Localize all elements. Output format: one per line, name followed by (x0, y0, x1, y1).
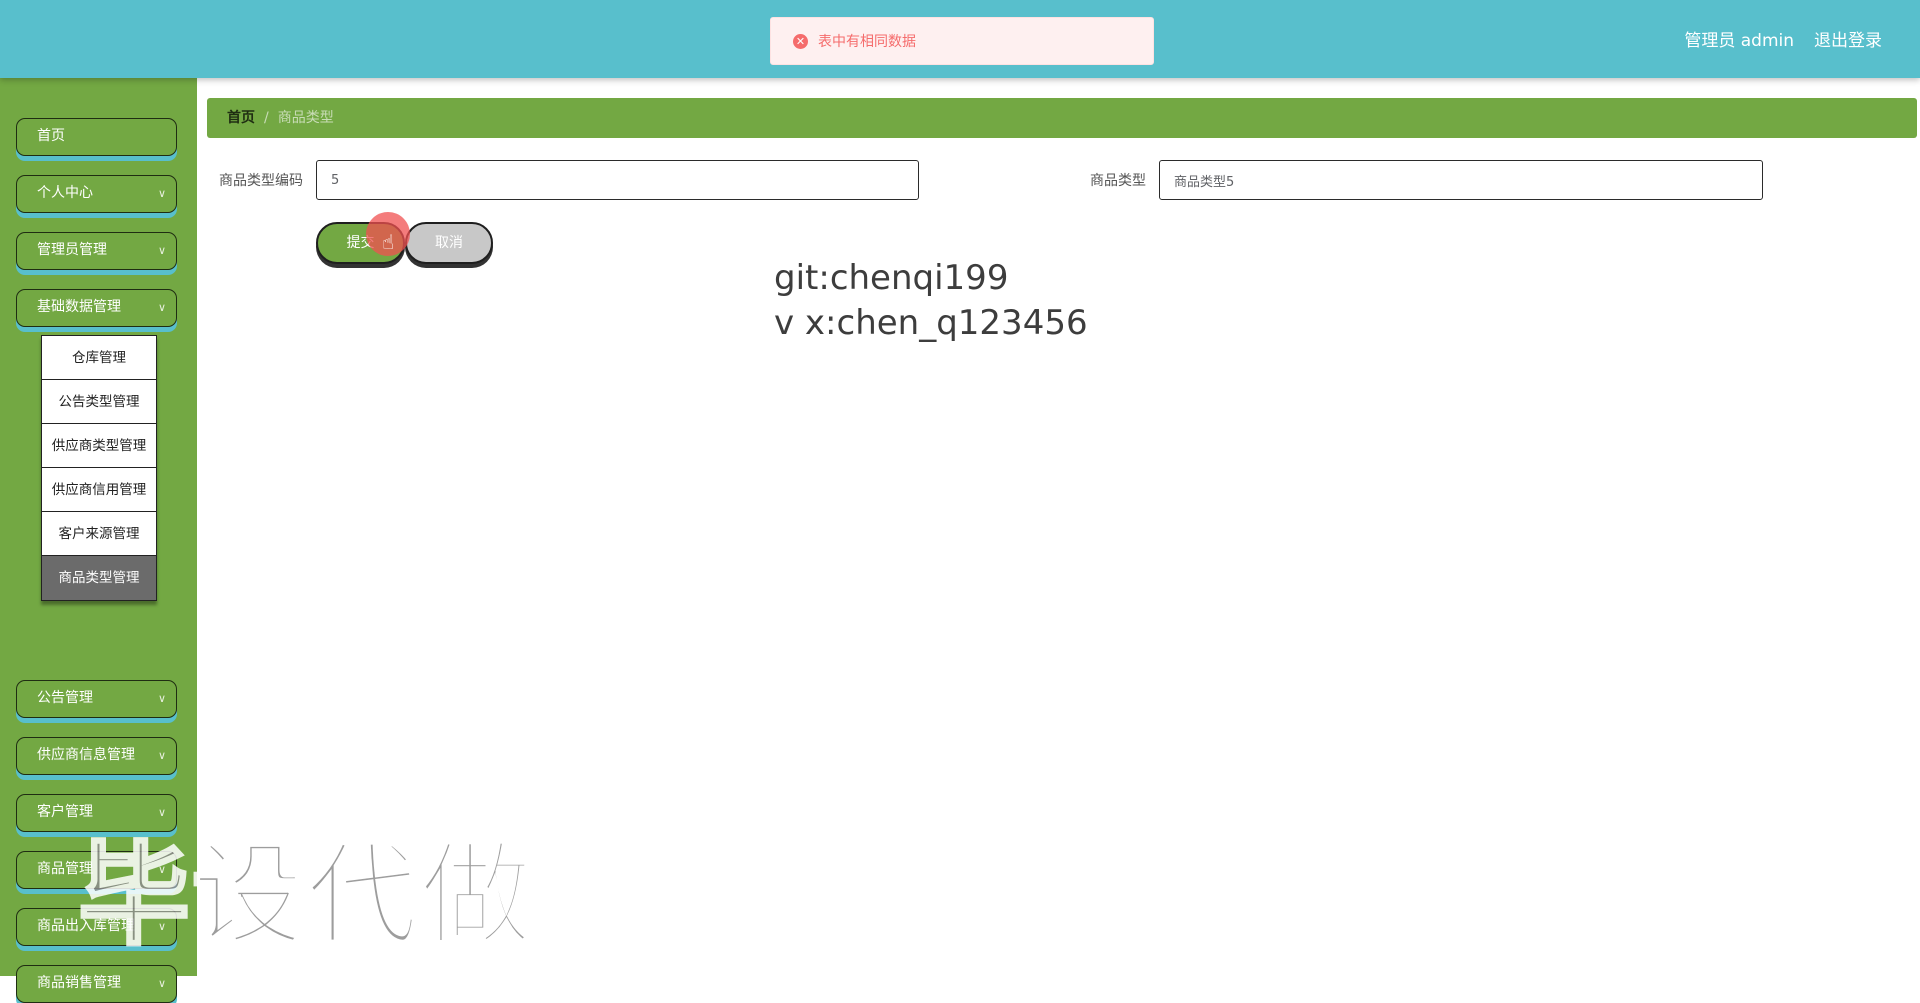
submenu-item-supplier-credit[interactable]: 供应商信用管理 (42, 468, 156, 512)
base-data-submenu: 仓库管理 公告类型管理 供应商类型管理 供应商信用管理 客户来源管理 商品类型管… (41, 335, 157, 601)
sidebar-item-personal-center[interactable]: 个人中心 ∨ (16, 175, 177, 213)
submenu-item-supplier-type[interactable]: 供应商类型管理 (42, 424, 156, 468)
sidebar-item-supplier-info[interactable]: 供应商信息管理 ∨ (16, 737, 177, 775)
sidebar-item-label: 公告管理 (37, 690, 93, 706)
sidebar-item-label: 个人中心 (37, 185, 93, 201)
product-type-code-input[interactable] (316, 160, 919, 200)
sidebar-item-label: 供应商信息管理 (37, 747, 135, 763)
logout-link[interactable]: 退出登录 (1814, 26, 1882, 51)
chevron-down-icon: ∨ (157, 977, 166, 990)
chevron-down-icon: ∨ (157, 749, 166, 762)
breadcrumb-home[interactable]: 首页 (227, 110, 255, 126)
breadcrumb: 首页 / 商品类型 (207, 98, 1917, 138)
breadcrumb-separator: / (264, 110, 269, 126)
product-type-input[interactable] (1159, 160, 1763, 200)
overlay-git-text: git:chenqi199 (774, 258, 1009, 298)
submenu-item-customer-source[interactable]: 客户来源管理 (42, 512, 156, 556)
submenu-item-warehouse[interactable]: 仓库管理 (42, 336, 156, 380)
sidebar-item-home[interactable]: 首页 (16, 118, 177, 156)
watermark-text: 毕设代做 (77, 830, 534, 963)
sidebar-item-label: 管理员管理 (37, 242, 107, 258)
error-circle-icon: ✕ (793, 33, 808, 49)
sidebar-item-admin-management[interactable]: 管理员管理 ∨ (16, 232, 177, 270)
current-user-label: 管理员 admin (1684, 31, 1794, 51)
error-toast: ✕ 表中有相同数据 (770, 17, 1154, 65)
sidebar-item-base-data[interactable]: 基础数据管理 ∨ (16, 289, 177, 327)
sidebar-item-sales[interactable]: 商品销售管理 ∨ (16, 965, 177, 1003)
chevron-down-icon: ∨ (157, 187, 166, 200)
cancel-button[interactable]: 取消 (405, 222, 493, 264)
breadcrumb-current: 商品类型 (277, 110, 334, 126)
sidebar-item-label: 商品销售管理 (37, 975, 121, 991)
chevron-down-icon: ∨ (157, 301, 166, 314)
submenu-item-notice-type[interactable]: 公告类型管理 (42, 380, 156, 424)
sidebar-item-label: 首页 (37, 128, 65, 144)
toast-message: 表中有相同数据 (818, 34, 916, 50)
chevron-down-icon: ∨ (157, 692, 166, 705)
sidebar-item-label: 基础数据管理 (37, 299, 121, 315)
chevron-down-icon: ∨ (157, 244, 166, 257)
overlay-contact-text: v x:chen_q123456 (774, 303, 1088, 343)
hand-pointer-icon: ☝ (382, 230, 395, 254)
product-type-code-label: 商品类型编码 (219, 173, 303, 189)
product-type-label: 商品类型 (1090, 173, 1146, 189)
submenu-item-product-type[interactable]: 商品类型管理 (42, 556, 156, 600)
sidebar-item-notice[interactable]: 公告管理 ∨ (16, 680, 177, 718)
